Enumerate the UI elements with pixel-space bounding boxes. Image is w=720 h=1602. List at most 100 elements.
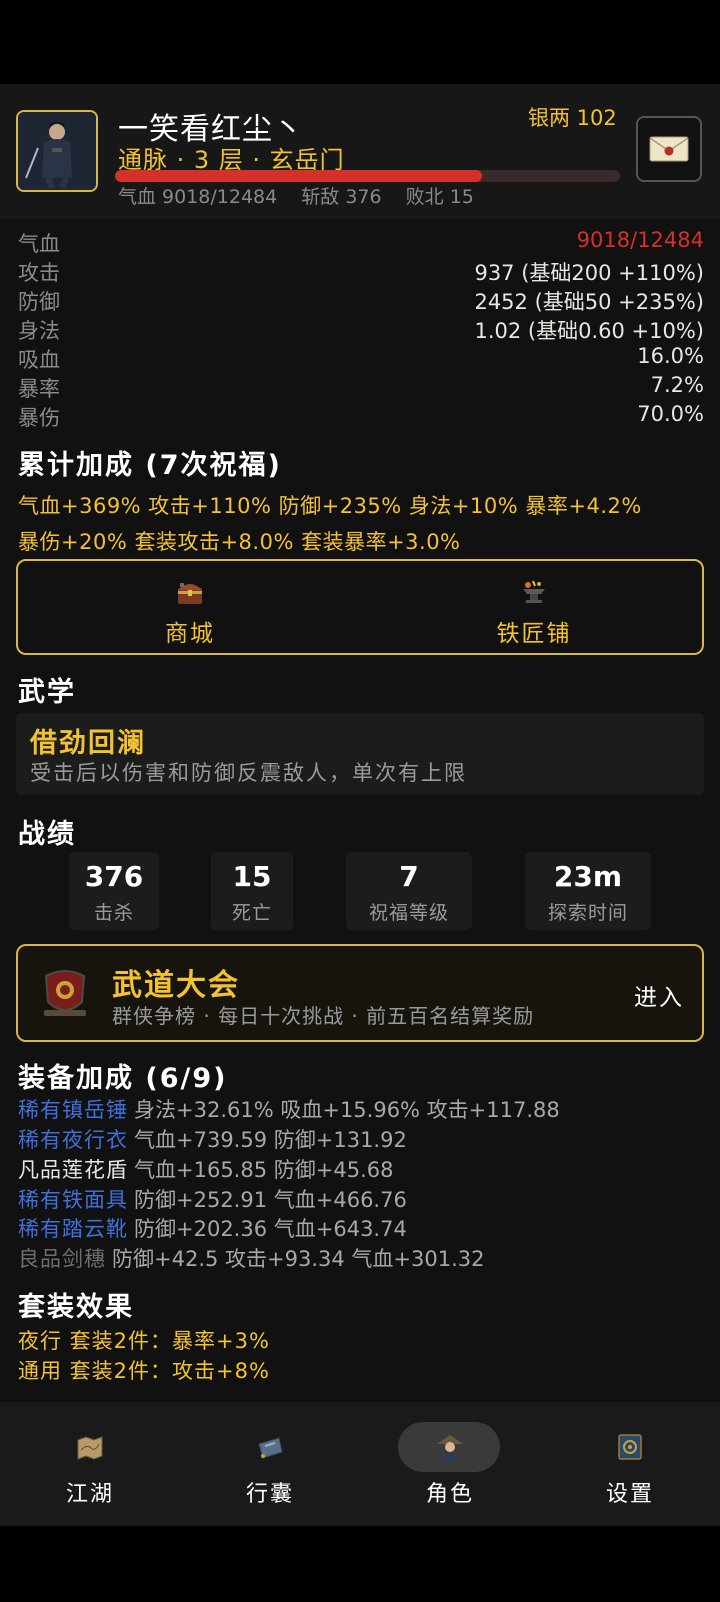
stat-key: 攻击 (18, 261, 60, 285)
tournament-shield-icon (44, 970, 86, 1016)
silver-count: 银两 102 (528, 106, 617, 130)
hp-bar-fill (115, 170, 482, 182)
equipment-bonus: 防御+252.91 气血+466.76 (134, 1188, 407, 1212)
character-portrait-icon (18, 112, 96, 190)
record-label: 击杀 (93, 902, 134, 924)
record-title: 战绩 (18, 819, 76, 850)
equipment-row[interactable]: 良品剑穗 防御+42.5 攻击+93.34 气血+301.32 (18, 1243, 485, 1272)
nav-label: 设置 (605, 1482, 654, 1507)
stat-row-hp: 气血 9018/12484 (18, 228, 704, 257)
tournament-title: 武道大会 (112, 968, 240, 1003)
mail-button[interactable] (636, 116, 702, 182)
record-blessing-level: 7 祝福等级 (346, 852, 472, 930)
equipment-bonus: 防御+42.5 攻击+93.34 气血+301.32 (112, 1247, 485, 1271)
stat-value: 2452 (基础50 +235%) (474, 290, 704, 314)
stat-row-agility: 身法 1.02 (基础0.60 +10%) (18, 315, 704, 344)
character-header: 一笑看红尘丶 通脉 · 3 层 · 玄岳门 银两 102 气血 9018/124… (0, 84, 720, 219)
header-substats: 气血 9018/12484 斩敌 376 败北 15 (118, 182, 492, 209)
header-hp-text: 气血 9018/12484 (118, 186, 278, 208)
record-value: 15 (232, 860, 272, 893)
nav-label: 角色 (425, 1482, 474, 1507)
tournament-description: 群侠争榜 · 每日十次挑战 · 前五百名结算奖励 (112, 1004, 535, 1028)
nav-label: 行囊 (245, 1482, 294, 1507)
equipment-name: 良品剑穗 (18, 1247, 106, 1271)
world-map-icon (77, 1436, 103, 1460)
set-effects-title: 套装效果 (18, 1292, 134, 1323)
equipment-bonus: 身法+32.61% 吸血+15.96% 攻击+117.88 (134, 1098, 560, 1122)
blacksmith-label: 铁匠铺 (496, 621, 572, 647)
martial-title: 武学 (18, 677, 76, 708)
header-kills-text: 斩敌 376 (301, 186, 382, 208)
record-deaths: 15 死亡 (211, 852, 293, 930)
stat-row-crit-damage: 暴伤 70.0% (18, 402, 704, 431)
stat-row-crit-rate: 暴率 7.2% (18, 373, 704, 402)
equipment-bonus: 气血+165.85 防御+45.68 (134, 1158, 394, 1182)
stat-key: 身法 (18, 319, 60, 343)
character-icon (437, 1435, 463, 1460)
settings-book-icon (618, 1434, 642, 1460)
skill-name: 借劲回澜 (30, 728, 146, 759)
record-label: 祝福等级 (368, 902, 449, 924)
equipment-row[interactable]: 稀有铁面具 防御+252.91 气血+466.76 (18, 1184, 407, 1213)
stat-value: 937 (基础200 +110%) (474, 261, 704, 285)
stat-key: 暴率 (18, 377, 60, 401)
equipment-name: 稀有夜行衣 (18, 1128, 128, 1152)
shop-box: 商城 铁匠铺 (16, 559, 704, 655)
tournament-enter-button[interactable]: 进入 (634, 978, 684, 1012)
stat-row-attack: 攻击 937 (基础200 +110%) (18, 257, 704, 286)
record-value: 23m (553, 860, 623, 893)
equipment-row[interactable]: 稀有夜行衣 气血+739.59 防御+131.92 (18, 1124, 407, 1153)
avatar[interactable] (16, 110, 98, 192)
record-value: 7 (399, 860, 419, 893)
nav-label: 江湖 (65, 1482, 114, 1507)
record-label: 死亡 (231, 902, 272, 924)
equipment-row[interactable]: 凡品莲花盾 气血+165.85 防御+45.68 (18, 1154, 393, 1183)
martial-tournament-card[interactable]: 武道大会 群侠争榜 · 每日十次挑战 · 前五百名结算奖励 进入 (16, 944, 704, 1042)
equipment-row[interactable]: 稀有踏云靴 防御+202.36 气血+643.74 (18, 1213, 407, 1242)
stat-value: 70.0% (637, 402, 704, 426)
stat-key: 防御 (18, 290, 60, 314)
nav-tab-bag[interactable]: 行囊 (180, 1402, 360, 1526)
stat-value: 1.02 (基础0.60 +10%) (474, 319, 704, 343)
record-value: 376 (84, 860, 144, 893)
equipment-name: 凡品莲花盾 (18, 1158, 128, 1182)
equipment-name: 稀有铁面具 (18, 1188, 128, 1212)
equipment-row[interactable]: 稀有镇岳锤 身法+32.61% 吸血+15.96% 攻击+117.88 (18, 1094, 560, 1123)
hp-bar (115, 170, 620, 182)
bonus-line-2: 暴伤+20% 套装攻击+8.0% 套装暴率+3.0% (18, 530, 461, 554)
header-defeats-text: 败北 15 (405, 186, 474, 208)
stat-row-defense: 防御 2452 (基础50 +235%) (18, 286, 704, 315)
set-effect-line: 夜行 套装2件：暴率+3% (18, 1329, 270, 1353)
nav-tab-character[interactable]: 角色 (360, 1402, 540, 1526)
nav-tab-jianghu[interactable]: 江湖 (0, 1402, 180, 1526)
record-label: 探索时间 (547, 902, 628, 924)
bonus-title: 累计加成 (7次祝福) (18, 450, 282, 481)
stat-value: 9018/12484 (576, 228, 704, 252)
mall-button[interactable]: 商城 (18, 561, 362, 653)
stat-value: 7.2% (650, 373, 704, 397)
skill-description: 受击后以伤害和防御反震敌人，单次有上限 (30, 761, 467, 785)
bag-icon (258, 1437, 283, 1459)
stat-value: 16.0% (637, 344, 704, 368)
stat-key: 气血 (18, 232, 60, 256)
anvil-icon (523, 580, 545, 603)
record-kills: 376 击杀 (69, 852, 159, 930)
record-explore-time: 23m 探索时间 (525, 852, 651, 930)
equipment-bonus: 防御+202.36 气血+643.74 (134, 1217, 407, 1241)
stat-key: 吸血 (18, 348, 60, 372)
treasure-chest-icon (178, 583, 202, 604)
stat-row-lifesteal: 吸血 16.0% (18, 344, 704, 373)
equipment-bonus: 气血+739.59 防御+131.92 (134, 1128, 407, 1152)
stat-key: 暴伤 (18, 406, 60, 430)
mall-label: 商城 (165, 621, 215, 647)
equipment-title: 装备加成 (6/9) (18, 1063, 228, 1094)
bonus-line-1: 气血+369% 攻击+110% 防御+235% 身法+10% 暴率+4.2% (18, 494, 642, 518)
nav-tab-settings[interactable]: 设置 (540, 1402, 720, 1526)
equipment-name: 稀有踏云靴 (18, 1217, 128, 1241)
skill-card[interactable]: 借劲回澜 受击后以伤害和防御反震敌人，单次有上限 (16, 713, 704, 795)
blacksmith-button[interactable]: 铁匠铺 (362, 561, 706, 653)
bottom-navigation: 江湖 行囊 角色 设置 (0, 1402, 720, 1526)
set-effect-line: 通用 套装2件：攻击+8% (18, 1359, 270, 1383)
equipment-name: 稀有镇岳锤 (18, 1098, 128, 1122)
envelope-icon (649, 136, 689, 162)
